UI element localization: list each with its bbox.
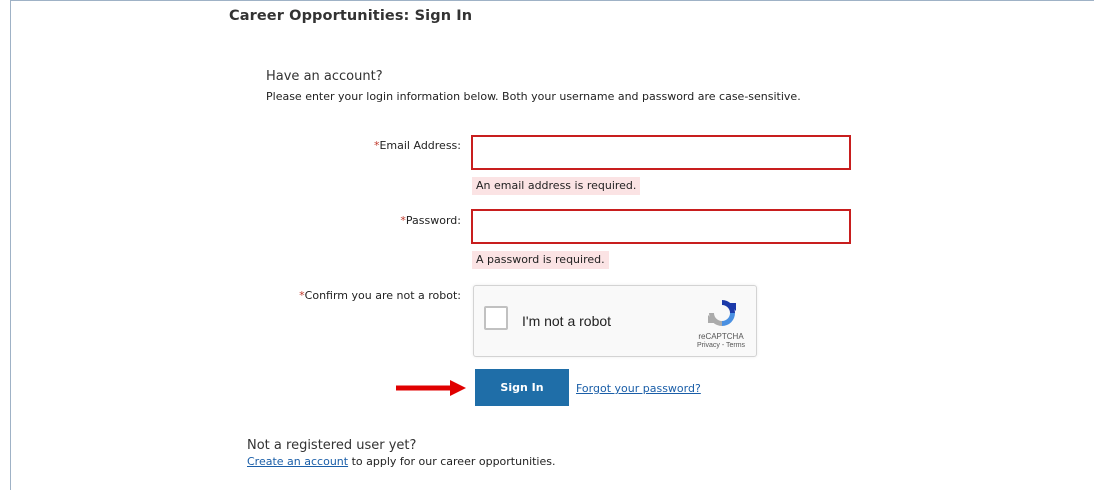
forgot-password-link[interactable]: Forgot your password? [576, 382, 701, 395]
password-label: *Password: [400, 214, 461, 227]
create-account-suffix: to apply for our career opportunities. [348, 455, 556, 468]
email-error-message: An email address is required. [472, 177, 641, 195]
recaptcha-links: Privacy - Terms [684, 342, 758, 349]
recaptcha-checkbox[interactable] [484, 306, 508, 330]
recaptcha-privacy-link[interactable]: Privacy [697, 342, 720, 349]
robot-label: *Confirm you are not a robot: [299, 289, 461, 302]
not-registered-heading: Not a registered user yet? [247, 438, 417, 453]
login-instructions: Please enter your login information belo… [266, 90, 801, 103]
have-account-heading: Have an account? [266, 69, 383, 84]
page-frame [10, 0, 1094, 490]
password-error-message: A password is required. [472, 251, 609, 269]
create-account-link[interactable]: Create an account [247, 455, 348, 468]
recaptcha-logo-icon [708, 300, 736, 326]
recaptcha-terms-link[interactable]: Terms [726, 342, 745, 349]
recaptcha-brand: reCAPTCHA [698, 332, 744, 341]
recaptcha-widget: I'm not a robot reCAPTCHA Privacy - Term… [473, 285, 757, 357]
email-input[interactable] [471, 135, 851, 170]
robot-label-text: Confirm you are not a robot: [304, 289, 461, 302]
password-input[interactable] [471, 209, 851, 244]
password-label-text: Password: [405, 214, 461, 227]
create-account-line: Create an account to apply for our caree… [247, 455, 556, 468]
sign-in-button[interactable]: Sign In [475, 369, 569, 406]
email-label-text: Email Address: [379, 139, 461, 152]
recaptcha-label: I'm not a robot [522, 313, 612, 329]
email-label: *Email Address: [374, 139, 461, 152]
arrow-right-icon [396, 380, 466, 396]
page-title: Career Opportunities: Sign In [229, 8, 473, 24]
